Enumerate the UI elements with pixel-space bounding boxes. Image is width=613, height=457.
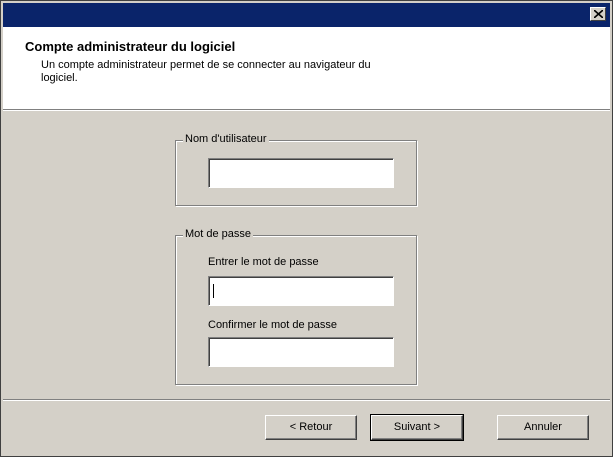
page-description: Un compte administrateur permet de se co… xyxy=(41,59,371,84)
password-group-legend: Mot de passe xyxy=(183,228,254,240)
username-group: Nom d'utilisateur xyxy=(175,133,417,206)
header-divider xyxy=(3,109,610,111)
back-button[interactable]: < Retour xyxy=(265,415,357,440)
close-button[interactable] xyxy=(590,7,606,21)
title-bar xyxy=(3,3,610,27)
cancel-button[interactable]: Annuler xyxy=(497,415,589,440)
confirm-password-input[interactable] xyxy=(208,337,394,367)
confirm-password-label: Confirmer le mot de passe xyxy=(208,319,337,331)
username-input[interactable] xyxy=(208,158,394,188)
page-title: Compte administrateur du logiciel xyxy=(25,39,236,54)
username-group-legend: Nom d'utilisateur xyxy=(183,133,269,145)
enter-password-input[interactable] xyxy=(208,276,394,306)
footer-divider xyxy=(3,399,610,401)
setup-dialog: Compte administrateur du logiciel Un com… xyxy=(0,0,613,457)
close-icon xyxy=(594,10,603,18)
enter-password-label: Entrer le mot de passe xyxy=(208,256,319,268)
password-group: Mot de passe Entrer le mot de passe Conf… xyxy=(175,228,417,385)
wizard-header: Compte administrateur du logiciel Un com… xyxy=(3,27,610,109)
next-button[interactable]: Suivant > xyxy=(370,414,464,441)
text-caret xyxy=(213,284,214,298)
